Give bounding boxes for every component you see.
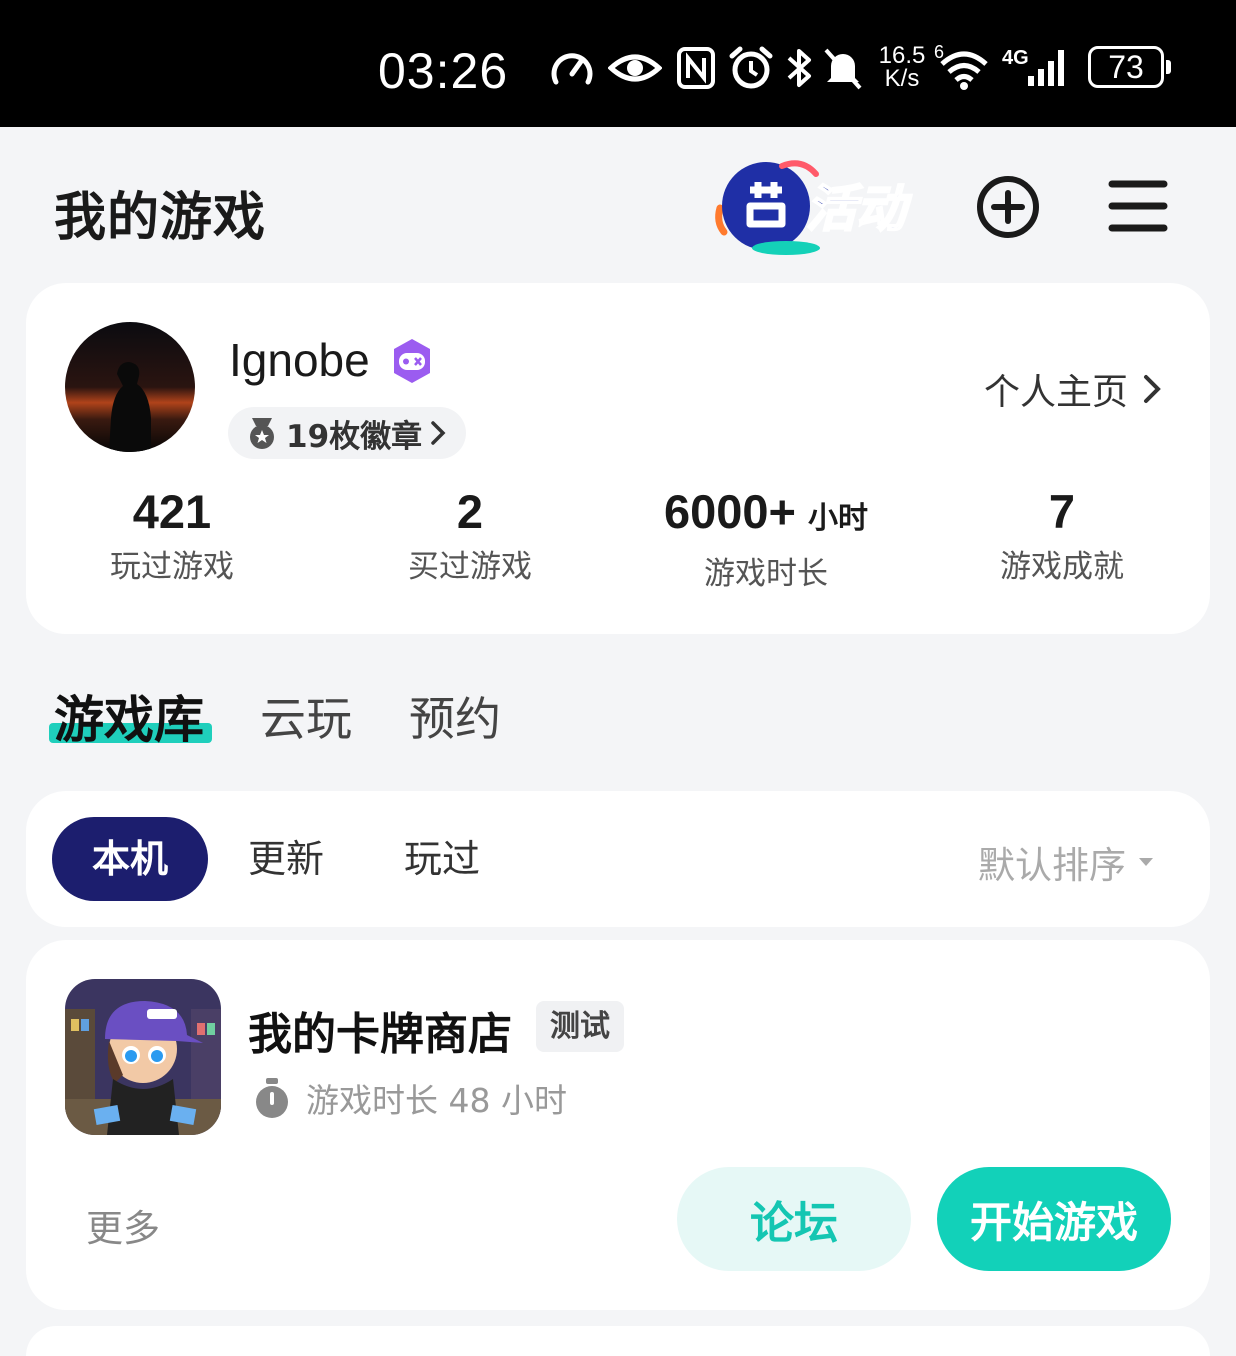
page-title: 我的游戏	[54, 188, 267, 248]
chevron-right-icon	[1144, 375, 1161, 403]
speedometer-icon	[551, 53, 593, 85]
menu-icon[interactable]	[1106, 178, 1170, 234]
wifi-label: 6	[934, 42, 944, 62]
stat-value: 7	[922, 483, 1202, 541]
more-link[interactable]: 更多	[86, 1198, 160, 1252]
profile-link-label: 个人主页	[983, 372, 1128, 413]
stat-number: 6000+	[663, 485, 796, 538]
forum-button[interactable]: 论坛	[677, 1167, 911, 1271]
bluetooth-icon	[787, 49, 811, 87]
alarm-icon	[729, 46, 773, 89]
mute-icon	[824, 48, 862, 90]
caret-down-icon	[1139, 858, 1153, 866]
medals-pill[interactable]: 19枚徽章	[228, 407, 467, 459]
battery-icon: 73	[1088, 46, 1171, 88]
tab-reservations[interactable]: 预约	[409, 683, 501, 749]
stat-number: 2	[456, 485, 484, 538]
next-game-card	[26, 1326, 1210, 1356]
status-bar: 03:26 16.5 K/s 6 4G 73	[0, 0, 1236, 127]
filter-chip-local[interactable]: 本机	[52, 817, 208, 901]
filter-chip-played[interactable]: 玩过	[404, 817, 480, 901]
stat-label: 玩过游戏	[110, 549, 234, 585]
stat-unit: 小时	[808, 502, 868, 535]
tab-game-library[interactable]: 游戏库	[54, 680, 204, 752]
stat-played-games[interactable]: 421 玩过游戏	[32, 483, 312, 586]
playtime-text: 游戏时长 48 小时	[306, 1081, 567, 1120]
gamepad-badge-icon	[394, 339, 430, 383]
start-game-button[interactable]: 开始游戏	[937, 1167, 1171, 1271]
stat-bought-games[interactable]: 2 买过游戏	[330, 483, 610, 586]
sort-dropdown[interactable]: 默认排序	[978, 835, 1154, 889]
username: Ignobe	[229, 334, 370, 386]
stat-number: 421	[132, 485, 212, 538]
stat-number: 7	[1048, 485, 1076, 538]
activity-badge[interactable]: 活动	[712, 152, 922, 258]
game-card: 我的卡牌商店 测试 游戏时长 48 小时 更多 论坛 开始游戏	[26, 940, 1210, 1310]
signal-icon: 4G	[1002, 47, 1064, 86]
sort-label: 默认排序	[978, 844, 1126, 887]
status-time: 03:26	[378, 43, 509, 99]
avatar[interactable]	[65, 322, 195, 452]
stat-label: 游戏成就	[1000, 549, 1124, 585]
network-speed-unit: K/s	[884, 65, 920, 92]
stat-play-time[interactable]: 6000+ 小时 游戏时长	[626, 483, 906, 593]
profile-card: Ignobe 19枚徽章 个人主页 421 玩过游戏 2 买过游戏 6000+ 小…	[26, 283, 1210, 634]
filter-bar: 本机 更新 玩过 默认排序	[26, 791, 1210, 927]
cell-label: 4G	[1002, 47, 1029, 69]
medal-icon	[250, 418, 274, 449]
activity-label: 活动	[806, 180, 912, 238]
stat-value: 421	[32, 483, 312, 541]
game-icon[interactable]	[65, 979, 221, 1135]
network-speed: 16.5 K/s	[874, 42, 930, 92]
network-speed-value: 16.5	[878, 42, 926, 69]
nfc-icon	[677, 47, 715, 89]
stat-label: 游戏时长	[704, 556, 828, 592]
add-icon[interactable]	[974, 173, 1042, 241]
medals-count: 19枚徽章	[286, 418, 423, 455]
stat-label: 买过游戏	[408, 549, 532, 585]
profile-page-link[interactable]: 个人主页	[984, 363, 1162, 415]
wifi-icon: 6	[934, 42, 988, 90]
game-title[interactable]: 我的卡牌商店	[248, 998, 512, 1062]
stopwatch-icon	[256, 1078, 288, 1118]
tab-cloud-play[interactable]: 云玩	[260, 683, 352, 749]
stat-value: 2	[330, 483, 610, 541]
filter-chip-updates[interactable]: 更新	[248, 817, 324, 901]
game-playtime: 游戏时长 48 小时	[252, 1074, 567, 1122]
test-tag: 测试	[536, 1001, 624, 1052]
stat-value: 6000+ 小时	[626, 483, 906, 548]
chevron-right-icon	[431, 421, 446, 445]
stat-achievements[interactable]: 7 游戏成就	[922, 483, 1202, 586]
eye-icon	[608, 54, 662, 82]
